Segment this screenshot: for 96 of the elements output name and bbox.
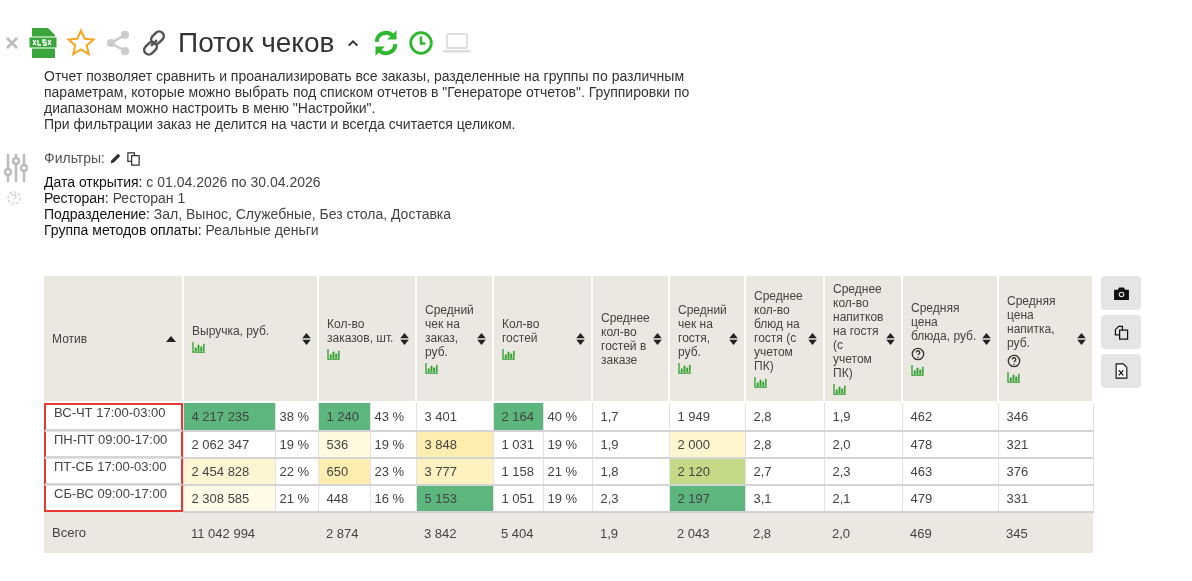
filter-line: Подразделение: Зал, Вынос, Служебные, Без стола, Доставка	[44, 206, 453, 222]
sort-icon[interactable]	[1077, 332, 1086, 345]
table-cell: 1 158	[493, 458, 543, 485]
bar-chart-icon[interactable]	[833, 384, 846, 395]
total-cell: 2,0	[824, 512, 902, 553]
bar-chart-icon[interactable]	[754, 377, 767, 388]
sort-icon[interactable]	[808, 332, 817, 345]
sort-icon[interactable]	[477, 332, 486, 345]
table-cell: 2,0	[824, 431, 902, 458]
column-header[interactable]: Среднее кол-во гостей в заказе	[592, 276, 669, 402]
column-header[interactable]: Среднее кол-во напитков на гостя (с учетом ПК)	[824, 276, 902, 402]
table-cell: ПН-ПТ 09:00-17:00	[44, 431, 183, 458]
link-icon[interactable]	[140, 29, 168, 57]
bar-chart-icon[interactable]	[327, 349, 340, 360]
filter-line: Ресторан: Ресторан 1	[44, 190, 187, 206]
bar-chart-icon[interactable]	[1007, 372, 1020, 383]
table-cell: ПТ-СБ 17:00-03:00	[44, 458, 183, 485]
table-cell: 2,8	[745, 431, 824, 458]
table-cell: 463	[902, 458, 998, 485]
total-cell: 3 842	[416, 512, 493, 553]
table-cell: 346	[998, 402, 1093, 431]
percent-cell: 21 %	[543, 458, 592, 485]
table-cell: 5 153	[416, 485, 493, 512]
table-cell: 478	[902, 431, 998, 458]
bar-chart-icon[interactable]	[192, 342, 205, 353]
table-cell: 462	[902, 402, 998, 431]
copy-button[interactable]	[1101, 315, 1141, 349]
copy-icon[interactable]	[126, 150, 141, 166]
table-cell: 2 000	[669, 431, 745, 458]
table-cell: ВС-ЧТ 17:00-03:00	[44, 403, 183, 431]
total-cell: 469	[902, 512, 998, 553]
column-header[interactable]: Мотив	[44, 276, 183, 402]
table-cell: 2 197	[669, 485, 745, 512]
excel-file-icon	[1114, 363, 1128, 379]
table-cell: 321	[998, 431, 1093, 458]
star-icon[interactable]	[66, 28, 96, 58]
total-cell: 345	[998, 512, 1093, 553]
page-title: Поток чеков	[178, 27, 335, 59]
excel-file-icon[interactable]	[28, 27, 58, 59]
table-cell: 2,3	[824, 458, 902, 485]
sort-icon[interactable]	[729, 332, 738, 345]
sliders-icon[interactable]	[4, 152, 28, 184]
table-cell: 2 454 828	[183, 458, 275, 485]
percent-cell: 40 %	[543, 402, 592, 431]
percent-cell: 19 %	[543, 431, 592, 458]
column-header[interactable]: Средний чек на заказ, руб.	[416, 276, 493, 402]
table-cell: 1,7	[592, 402, 669, 431]
table-cell: 2,8	[745, 402, 824, 431]
copy-icon	[1113, 324, 1129, 340]
description-text: Отчет позволяет сравнить и проанализировать все заказы, разделенные на группы по различным параметрам, которые можно выбрать под списком отчетов в "Генераторе отчетов". Группировки по диапазонам можно настроить в меню "Настройки".	[44, 68, 691, 116]
column-header[interactable]: Средняя цена блюда, руб.	[902, 276, 998, 402]
percent-cell: 43 %	[370, 402, 416, 431]
clock-icon[interactable]	[408, 30, 435, 56]
sort-icon[interactable]	[982, 332, 991, 345]
total-cell: 2,8	[745, 512, 824, 553]
bar-chart-icon[interactable]	[425, 363, 438, 374]
pencil-icon[interactable]	[109, 151, 122, 165]
total-cell: 2 043	[669, 512, 745, 553]
column-header[interactable]: Средняя цена напитка, руб.	[998, 276, 1093, 402]
sort-icon[interactable]	[576, 332, 585, 345]
export-excel-button[interactable]	[1101, 354, 1141, 388]
table-cell: 3 848	[416, 431, 493, 458]
total-cell: 1,9	[592, 512, 669, 553]
table-cell: 4 217 235	[183, 402, 275, 431]
sort-ascending-icon[interactable]	[166, 335, 176, 342]
total-cell: 5 404	[493, 512, 592, 553]
total-cell: 2 874	[318, 512, 416, 553]
sort-icon[interactable]	[653, 332, 662, 345]
bar-chart-icon[interactable]	[502, 349, 515, 360]
camera-icon	[1113, 286, 1129, 300]
bar-chart-icon[interactable]	[911, 365, 924, 376]
screenshot-button[interactable]	[1101, 276, 1141, 310]
column-header[interactable]: Средний чек на гостя, руб.	[669, 276, 745, 402]
sort-icon[interactable]	[302, 332, 311, 345]
table-cell: 2 308 585	[183, 485, 275, 512]
table-cell: 3 777	[416, 458, 493, 485]
total-cell: 11 042 994	[183, 512, 318, 553]
column-header[interactable]: Выручка, руб.	[183, 276, 318, 402]
description-text: При фильтрации заказ не делится на части и всегда считается целиком.	[44, 116, 517, 132]
total-cell: Всего	[44, 512, 183, 553]
help-icon[interactable]	[911, 347, 925, 361]
table-cell: 1,9	[824, 402, 902, 431]
help-icon[interactable]	[1007, 354, 1021, 368]
bar-chart-icon[interactable]	[678, 363, 691, 374]
column-header[interactable]: Кол-во заказов, шт.	[318, 276, 416, 402]
table-cell: 1 031	[493, 431, 543, 458]
sort-icon[interactable]	[400, 332, 409, 345]
table-cell: 2 120	[669, 458, 745, 485]
filter-line: Группа методов оплаты: Реальные деньги	[44, 222, 320, 238]
column-header[interactable]: Кол-во гостей	[493, 276, 592, 402]
filters-label: Фильтры:	[44, 150, 105, 166]
sort-icon[interactable]	[886, 332, 895, 345]
filter-line: Дата открытия: с 01.04.2026 по 30.04.2026	[44, 174, 322, 190]
table-cell: 2,7	[745, 458, 824, 485]
column-header[interactable]: Среднее кол-во блюд на гостя (с учетом ПК)	[745, 276, 824, 402]
table-cell: 376	[998, 458, 1093, 485]
